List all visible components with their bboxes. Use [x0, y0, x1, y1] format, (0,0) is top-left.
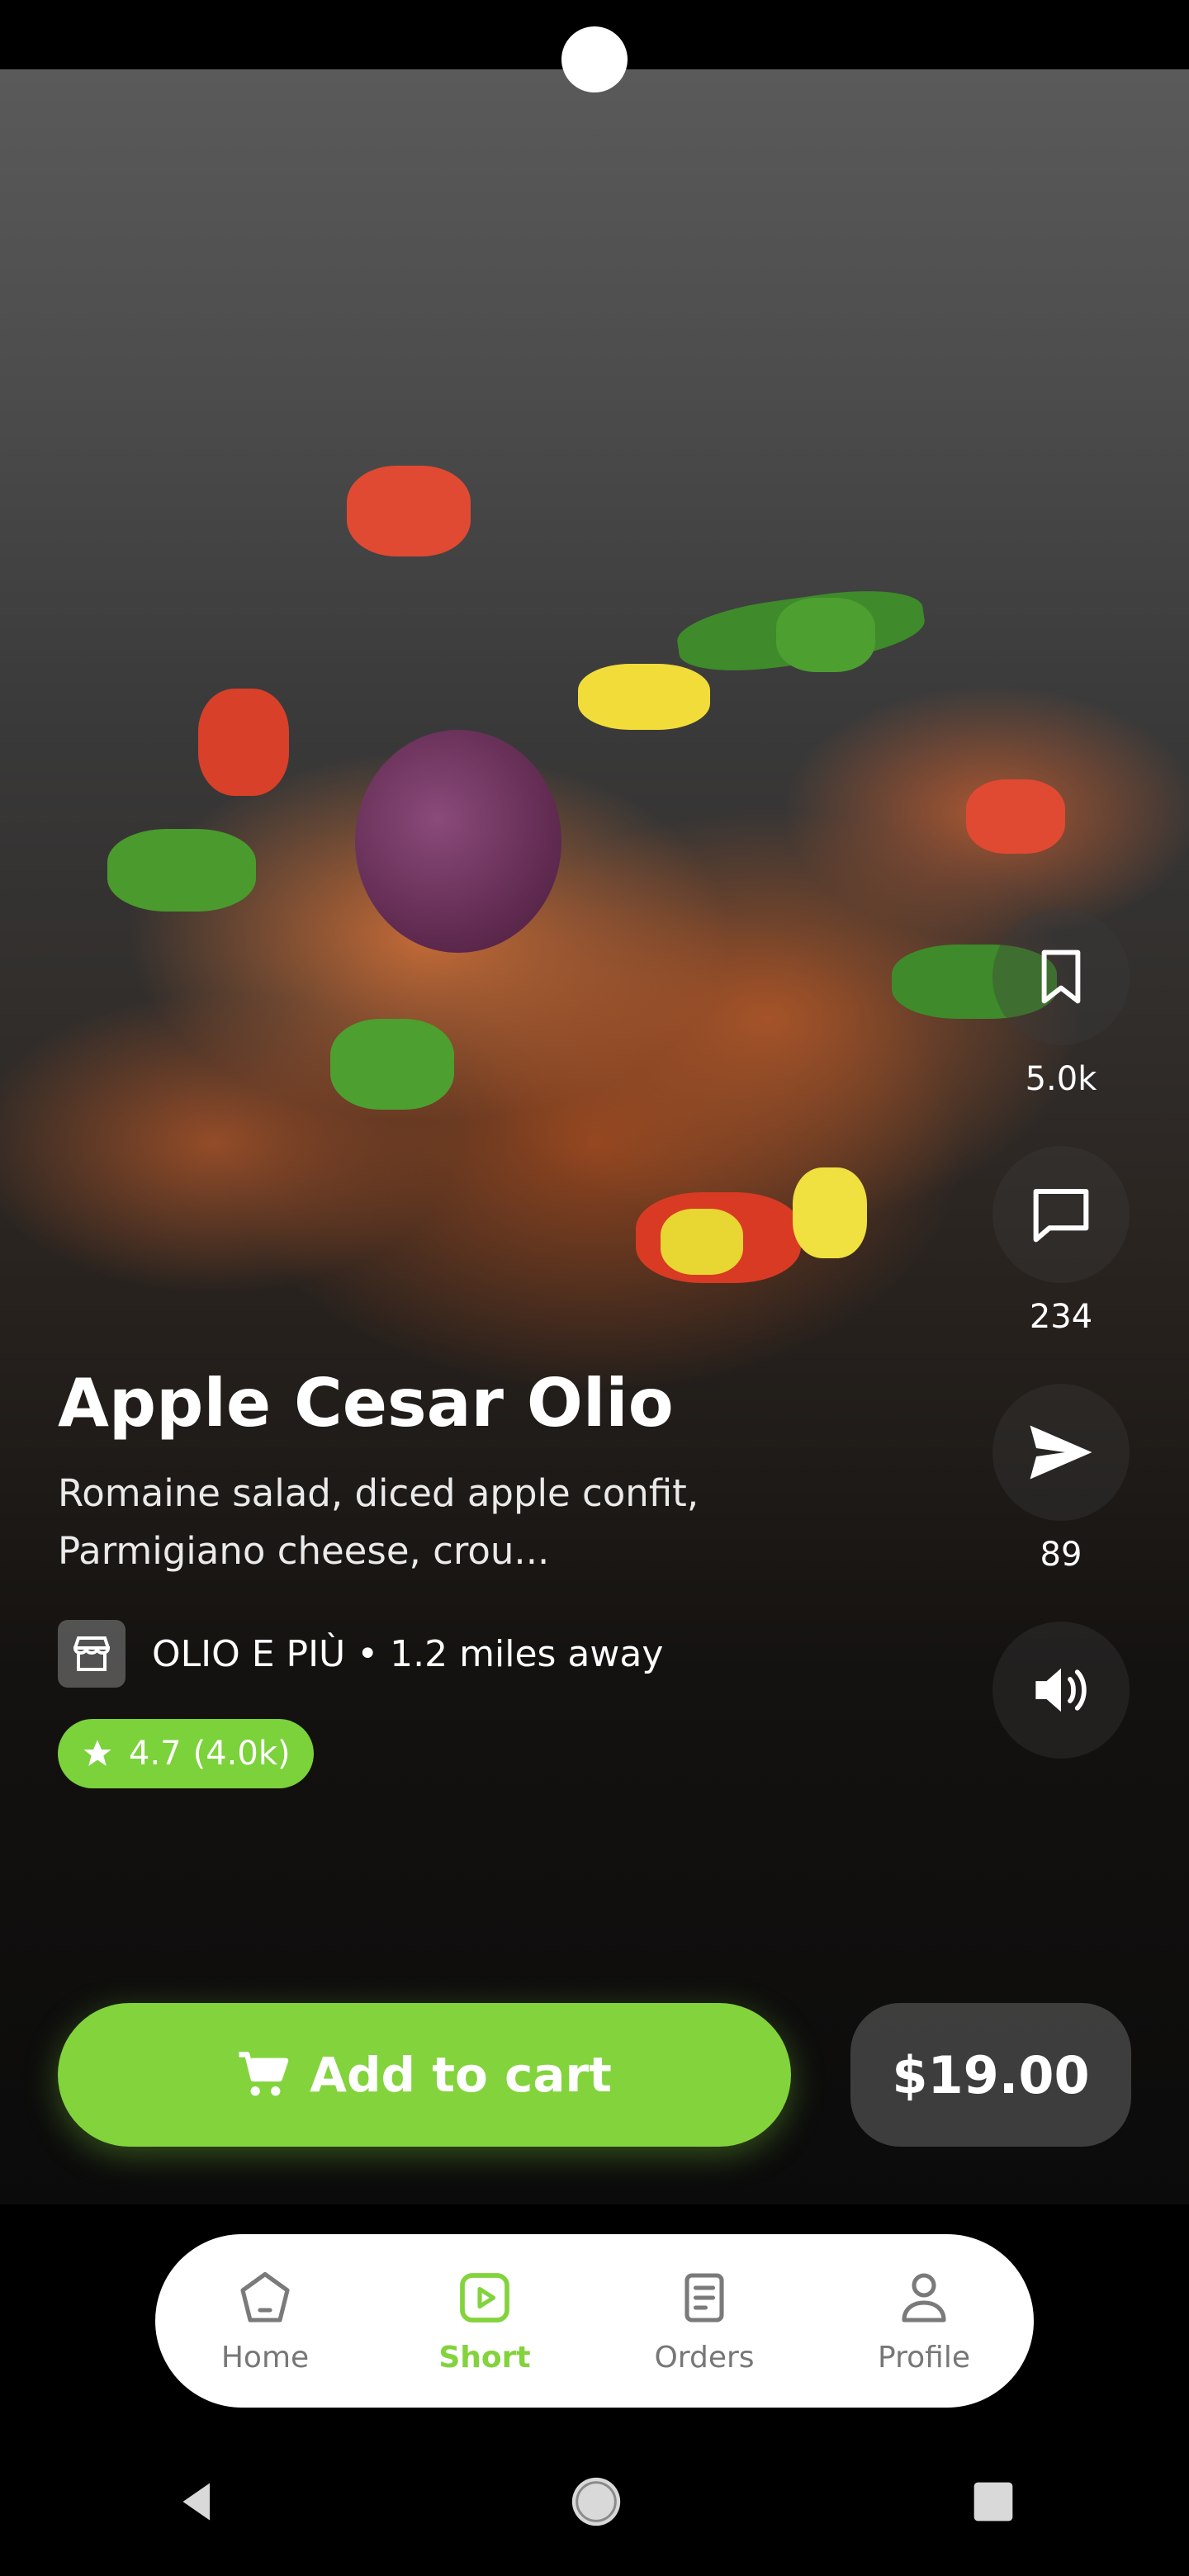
tab-short-label: Short	[438, 2340, 531, 2375]
profile-icon	[902, 2272, 946, 2323]
comment-icon	[1033, 1188, 1089, 1243]
bottom-tab-bar: Home Short Orders Profile	[155, 2234, 1034, 2408]
tomato-piece	[347, 466, 471, 556]
tab-profile[interactable]: Profile	[841, 2268, 1007, 2375]
herb-garnish	[776, 598, 875, 672]
store-icon	[58, 1620, 126, 1688]
volume-icon	[1035, 1668, 1087, 1712]
pepper-piece	[793, 1167, 867, 1258]
onion-piece	[355, 730, 561, 953]
system-nav-bar	[0, 2427, 1189, 2576]
pepper-piece	[578, 664, 710, 730]
dish-title: Apple Cesar Olio	[58, 1365, 674, 1442]
add-to-cart-label: Add to cart	[310, 2047, 612, 2103]
pepper-piece	[661, 1209, 743, 1275]
home-icon	[240, 2271, 290, 2323]
store-distance: OLIO E PIÙ • 1.2 miles away	[152, 1632, 664, 1675]
store-row[interactable]: OLIO E PIÙ • 1.2 miles away	[58, 1620, 801, 1688]
action-rail: 5.0k 234 89	[991, 908, 1131, 1759]
add-to-cart-button[interactable]: Add to cart	[58, 2003, 791, 2147]
rating-value: 4.7	[129, 1735, 182, 1773]
star-icon	[83, 1740, 111, 1766]
cart-icon	[239, 2052, 289, 2096]
tab-profile-label: Profile	[878, 2340, 970, 2375]
share-count: 89	[1040, 1536, 1082, 1574]
price-tag: $19.00	[850, 2003, 1131, 2147]
comment-count: 234	[1029, 1298, 1093, 1336]
bookmark-button[interactable]	[992, 908, 1130, 1045]
comment-button[interactable]	[992, 1146, 1130, 1283]
tab-home[interactable]: Home	[182, 2268, 348, 2375]
bookmark-count: 5.0k	[1025, 1060, 1097, 1098]
bookmark-icon	[1041, 949, 1081, 1004]
tab-home-label: Home	[220, 2340, 310, 2375]
home-button-icon[interactable]	[567, 2473, 625, 2531]
dish-description[interactable]: Romaine salad, diced apple confit, Parmi…	[58, 1465, 768, 1580]
tomato-piece	[966, 779, 1065, 854]
share-button[interactable]	[992, 1384, 1130, 1521]
volume-button[interactable]	[992, 1622, 1130, 1759]
front-camera	[561, 26, 628, 92]
send-icon	[1030, 1425, 1092, 1480]
phone-screen: 5.0k 234 89 Apple Cesar Olio Romaine sal…	[0, 0, 1189, 2576]
tab-short[interactable]: Short	[402, 2268, 567, 2375]
rating-count: (4.0k)	[192, 1735, 291, 1773]
tomato-piece	[198, 689, 289, 796]
recents-icon[interactable]	[970, 2479, 1016, 2525]
back-icon[interactable]	[173, 2477, 222, 2526]
dish-info: Apple Cesar Olio Romaine salad, diced ap…	[58, 1362, 801, 1788]
herb-garnish	[330, 1019, 454, 1110]
play-icon	[460, 2272, 509, 2323]
tab-orders[interactable]: Orders	[622, 2268, 787, 2375]
orders-icon	[685, 2272, 724, 2323]
herb-garnish	[107, 829, 256, 912]
rating-badge: 4.7 (4.0k)	[58, 1719, 314, 1788]
tab-orders-label: Orders	[654, 2340, 755, 2375]
